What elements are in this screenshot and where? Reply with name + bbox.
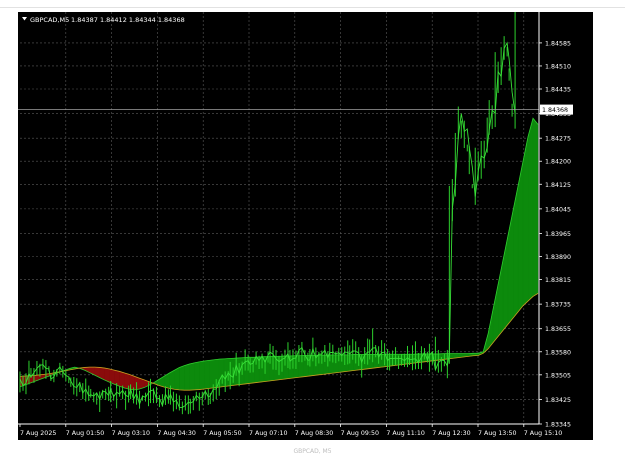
y-tick-label: 1.84585 bbox=[545, 40, 571, 47]
y-tick-label: 1.84435 bbox=[545, 87, 571, 94]
cloud-segment-bull bbox=[522, 136, 529, 307]
indicator-line-fast bbox=[19, 117, 539, 391]
cloud-segment-bull bbox=[532, 117, 539, 297]
price-chart[interactable]: 1.84368 1.845851.845101.844351.843551.84… bbox=[18, 12, 593, 440]
cloud-segment-bull bbox=[194, 361, 200, 391]
y-tick-label: 1.83815 bbox=[545, 277, 571, 284]
triangle-down-icon[interactable] bbox=[22, 17, 27, 21]
y-tick-label: 1.83655 bbox=[545, 326, 571, 333]
y-tick-label: 1.83735 bbox=[545, 302, 571, 309]
y-tick-label: 1.84510 bbox=[545, 63, 571, 70]
y-tick-label: 1.83345 bbox=[545, 422, 571, 429]
cloud-segment-bull bbox=[209, 359, 215, 389]
cloud-segment-bull bbox=[199, 360, 205, 390]
x-tick-label: 7 Aug 08:30 bbox=[295, 430, 333, 437]
y-tick-label: 1.83505 bbox=[545, 372, 571, 379]
chart-window[interactable]: 1.84368 1.84585 1.84510 1.84435 1.84355 1.84… bbox=[18, 12, 593, 440]
y-tick-label: 1.84275 bbox=[545, 136, 571, 143]
x-tick-label: 7 Aug 05:50 bbox=[203, 430, 241, 437]
cloud-segment-bull bbox=[189, 362, 195, 391]
y-tick-label: 1.84355 bbox=[545, 111, 571, 118]
cloud-segment-bull bbox=[527, 118, 534, 302]
current-price-line: 1.84368 bbox=[18, 104, 573, 115]
cloud-segment-bull bbox=[492, 284, 499, 344]
cloud-segment-bull bbox=[204, 360, 210, 390]
x-tick-label: 7 Aug 09:50 bbox=[341, 430, 379, 437]
x-tick-label: 7 Aug 15:10 bbox=[524, 430, 562, 437]
time-axis: 7 Aug 2025 7 Aug 01:50 7 Aug 03:10 7 Aug 04… bbox=[18, 423, 562, 437]
cloud-segment-bull bbox=[507, 210, 514, 325]
y-tick-label: 1.84200 bbox=[545, 159, 571, 166]
top-divider bbox=[0, 7, 625, 8]
x-tick-label: 7 Aug 2025 bbox=[20, 430, 56, 437]
y-tick-label: 1.83425 bbox=[545, 397, 571, 404]
x-tick-label: 7 Aug 11:10 bbox=[386, 430, 424, 437]
x-tick-label: 7 Aug 01:50 bbox=[66, 430, 104, 437]
indicator-cloud bbox=[19, 117, 539, 391]
cloud-segment-bear bbox=[119, 371, 125, 389]
x-tick-label: 7 Aug 04:30 bbox=[157, 430, 195, 437]
symbol-label: GBPCAD,M5 bbox=[30, 16, 69, 24]
y-tick-label: 1.84045 bbox=[545, 206, 571, 213]
y-tick-label: 1.83890 bbox=[545, 254, 571, 261]
y-tick-label: 1.84125 bbox=[545, 182, 571, 189]
cloud-segment-bull bbox=[174, 367, 180, 391]
y-tick-label: 1.83580 bbox=[545, 349, 571, 356]
x-tick-label: 7 Aug 03:10 bbox=[112, 430, 150, 437]
price-axis: 1.84585 1.84510 1.84435 1.84355 1.84275 1.842… bbox=[538, 12, 571, 429]
x-tick-label: 7 Aug 07:10 bbox=[249, 430, 287, 437]
cloud-segment-bull bbox=[184, 363, 190, 391]
x-tick-label: 7 Aug 12:30 bbox=[432, 430, 470, 437]
cloud-segment-bull bbox=[179, 365, 185, 391]
chart-header: GBPCAD,M5 1.84387 1.84412 1.84344 1.8436… bbox=[22, 16, 185, 24]
y-tick-label: 1.83965 bbox=[545, 231, 571, 238]
ohlc-label: 1.84387 1.84412 1.84344 1.84368 bbox=[71, 16, 185, 24]
x-tick-label: 7 Aug 13:50 bbox=[478, 430, 516, 437]
chart-caption: GBPCAD, M5 bbox=[293, 448, 332, 455]
